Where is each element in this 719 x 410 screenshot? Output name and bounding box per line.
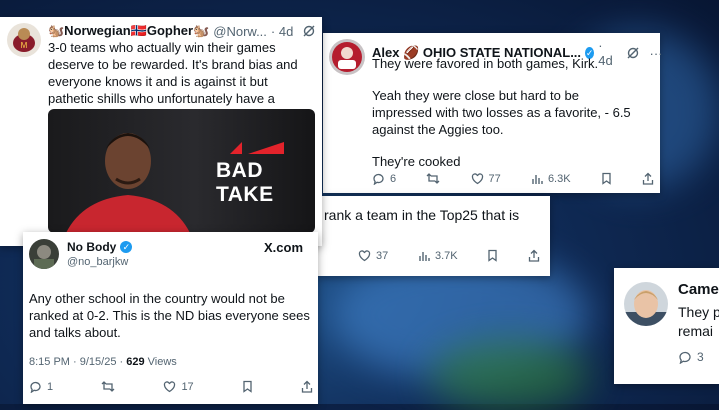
- avatar[interactable]: [329, 39, 365, 75]
- repost-button[interactable]: [426, 172, 440, 185]
- reply-button[interactable]: 3: [678, 350, 704, 364]
- share-icon: [642, 172, 654, 185]
- reply-icon: [679, 351, 691, 364]
- views-count: 3.7K: [434, 249, 458, 262]
- views-count: 6.3K: [547, 172, 571, 185]
- heart-icon: [358, 250, 371, 262]
- reply-count: 3: [697, 350, 704, 364]
- share-button[interactable]: [301, 380, 313, 393]
- tweet-actions: 1 17: [29, 380, 313, 393]
- like-button[interactable]: 77: [471, 172, 501, 185]
- views-label: Views: [144, 356, 177, 368]
- tweet-actions: 37 3.7K: [358, 249, 540, 262]
- avatar[interactable]: M: [7, 23, 41, 57]
- views-icon: [419, 251, 430, 261]
- bad-take-logo-icon: [230, 142, 284, 154]
- author-handle[interactable]: @Norw...: [213, 24, 267, 39]
- author-handle[interactable]: @no_barjkw: [67, 256, 128, 268]
- reply-button[interactable]: 6: [372, 172, 396, 185]
- reply-count: 6: [390, 172, 397, 185]
- like-button[interactable]: 17: [163, 380, 194, 393]
- like-count: 17: [181, 380, 194, 393]
- heart-icon: [164, 381, 176, 393]
- heart-icon: [471, 173, 483, 185]
- bookmark-button[interactable]: [601, 172, 612, 185]
- bookmark-button[interactable]: [487, 249, 498, 262]
- share-button[interactable]: [642, 172, 654, 185]
- grok-icon[interactable]: [303, 25, 315, 37]
- share-icon: [528, 249, 540, 262]
- background-glow: [430, 340, 590, 410]
- reply-count: 1: [47, 380, 54, 393]
- svg-text:M: M: [21, 41, 28, 50]
- share-button[interactable]: [528, 249, 540, 262]
- tweet-text: rank a team in the Top25 that is: [324, 207, 520, 223]
- tweet-text: Any other school in the country would no…: [29, 291, 310, 340]
- author-name[interactable]: No Body: [67, 240, 116, 254]
- tweet-media[interactable]: BAD TAKE: [48, 109, 315, 233]
- like-button[interactable]: 37: [358, 249, 388, 262]
- reply-button[interactable]: 1: [29, 380, 53, 393]
- more-icon[interactable]: ···: [649, 46, 662, 61]
- avatar[interactable]: [29, 239, 59, 269]
- like-count: 77: [488, 172, 501, 185]
- views-icon: [532, 174, 543, 184]
- tweet-card-norwegian[interactable]: M 🐿️Norwegian🇳🇴Gopher🐿️ @Norw... · 4d 3-…: [0, 17, 322, 246]
- repost-icon: [101, 381, 115, 392]
- reply-icon: [30, 381, 41, 393]
- tweet-paragraph: They're cooked: [372, 154, 461, 169]
- tweet-paragraph: They were favored in both games, Kirk.: [372, 56, 599, 71]
- verified-badge-icon: ✓: [120, 241, 133, 253]
- tweet-text-line: They p: [678, 304, 719, 320]
- bookmark-icon: [602, 172, 611, 185]
- avatar[interactable]: [624, 282, 668, 326]
- bookmark-icon: [243, 380, 252, 393]
- timestamp-text: 8:15 PM · 9/15/25 ·: [29, 356, 127, 368]
- views-button[interactable]: 6.3K: [531, 173, 571, 185]
- views-count: 629: [126, 356, 145, 368]
- reply-icon: [373, 173, 384, 185]
- author-name[interactable]: Came: [678, 281, 719, 298]
- share-icon: [301, 380, 313, 393]
- media-caption: BAD TAKE: [216, 159, 274, 206]
- views-button[interactable]: 3.7K: [418, 250, 458, 262]
- tweet-actions: 6 77 6.3K: [372, 172, 654, 185]
- tweet-time[interactable]: · 4d: [271, 24, 293, 39]
- x-site-label: X.com: [264, 240, 304, 255]
- author-name[interactable]: 🐿️Norwegian🇳🇴Gopher🐿️: [48, 23, 209, 39]
- tweet-card-nobody[interactable]: No Body ✓ @no_barjkw X.com Any other sch…: [23, 232, 318, 404]
- bookmark-button[interactable]: [242, 380, 253, 393]
- tweet-paragraph: Yeah they were close but hard to be impr…: [372, 88, 631, 137]
- repost-button[interactable]: [101, 380, 115, 393]
- bookmark-icon: [488, 249, 497, 262]
- tweet-card-alex[interactable]: Alex 🏈 OHIO STATE NATIONAL... ✓ · 4d ···…: [323, 33, 662, 193]
- tweet-text-line: remai: [678, 323, 714, 339]
- x-logo[interactable]: X.com: [264, 240, 303, 255]
- tweet-card-came[interactable]: Came They p remai 3: [614, 268, 719, 384]
- tweet-actions: 3: [678, 350, 704, 364]
- like-count: 37: [376, 249, 389, 262]
- tweet-card-top25[interactable]: rank a team in the Top25 that is 37 3.7K: [316, 196, 550, 276]
- repost-icon: [426, 173, 440, 184]
- tweet-timestamp: 8:15 PM · 9/15/25 · 629 Views: [29, 356, 177, 368]
